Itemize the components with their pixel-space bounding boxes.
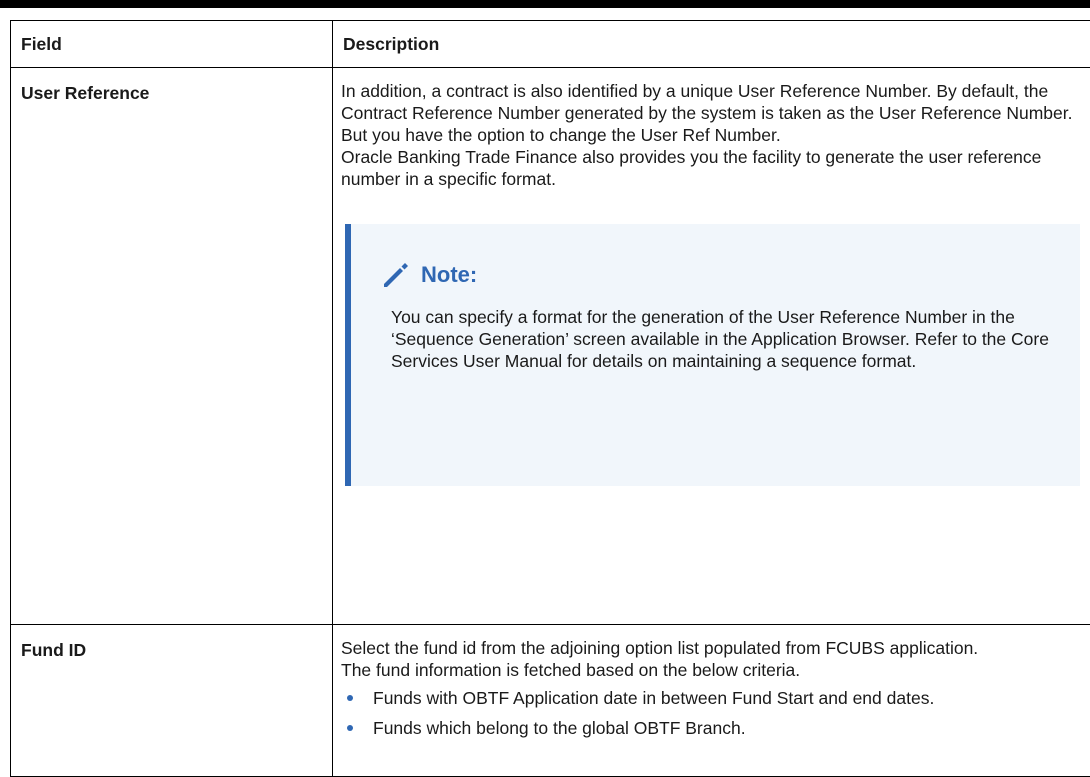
description-paragraph: The fund information is fetched based on…	[341, 659, 1082, 681]
description-paragraph: Oracle Banking Trade Finance also provid…	[341, 146, 1082, 190]
note-title: Note:	[421, 264, 477, 286]
header-field: Field	[11, 21, 333, 68]
pencil-icon	[381, 260, 411, 290]
field-name-fund-id: Fund ID	[11, 625, 333, 777]
header-description: Description	[333, 21, 1090, 68]
note-box: Note: You can specify a format for the g…	[345, 224, 1080, 486]
list-item-text: Funds which belong to the global OBTF Br…	[373, 718, 746, 738]
table-row: User Reference In addition, a contract i…	[11, 68, 1090, 625]
note-body: You can specify a format for the generat…	[381, 306, 1054, 372]
list-item-text: Funds with OBTF Application date in betw…	[373, 688, 934, 708]
bullet-icon	[347, 725, 353, 731]
description-paragraph: Select the fund id from the adjoining op…	[341, 637, 1082, 659]
top-rule	[0, 0, 1090, 8]
table-header-row: Field Description	[11, 21, 1090, 68]
list-item: Funds with OBTF Application date in betw…	[341, 687, 1082, 709]
bullet-icon	[347, 695, 353, 701]
criteria-list: Funds with OBTF Application date in betw…	[341, 687, 1082, 739]
note-header: Note:	[381, 260, 1054, 290]
field-description-table: Field Description User Reference In addi…	[10, 20, 1090, 777]
description-cell: In addition, a contract is also identifi…	[333, 68, 1090, 625]
list-item: Funds which belong to the global OBTF Br…	[341, 717, 1082, 739]
field-name-user-reference: User Reference	[11, 68, 333, 625]
description-cell: Select the fund id from the adjoining op…	[333, 625, 1090, 777]
table-row: Fund ID Select the fund id from the adjo…	[11, 625, 1090, 777]
description-paragraph: In addition, a contract is also identifi…	[341, 80, 1082, 146]
